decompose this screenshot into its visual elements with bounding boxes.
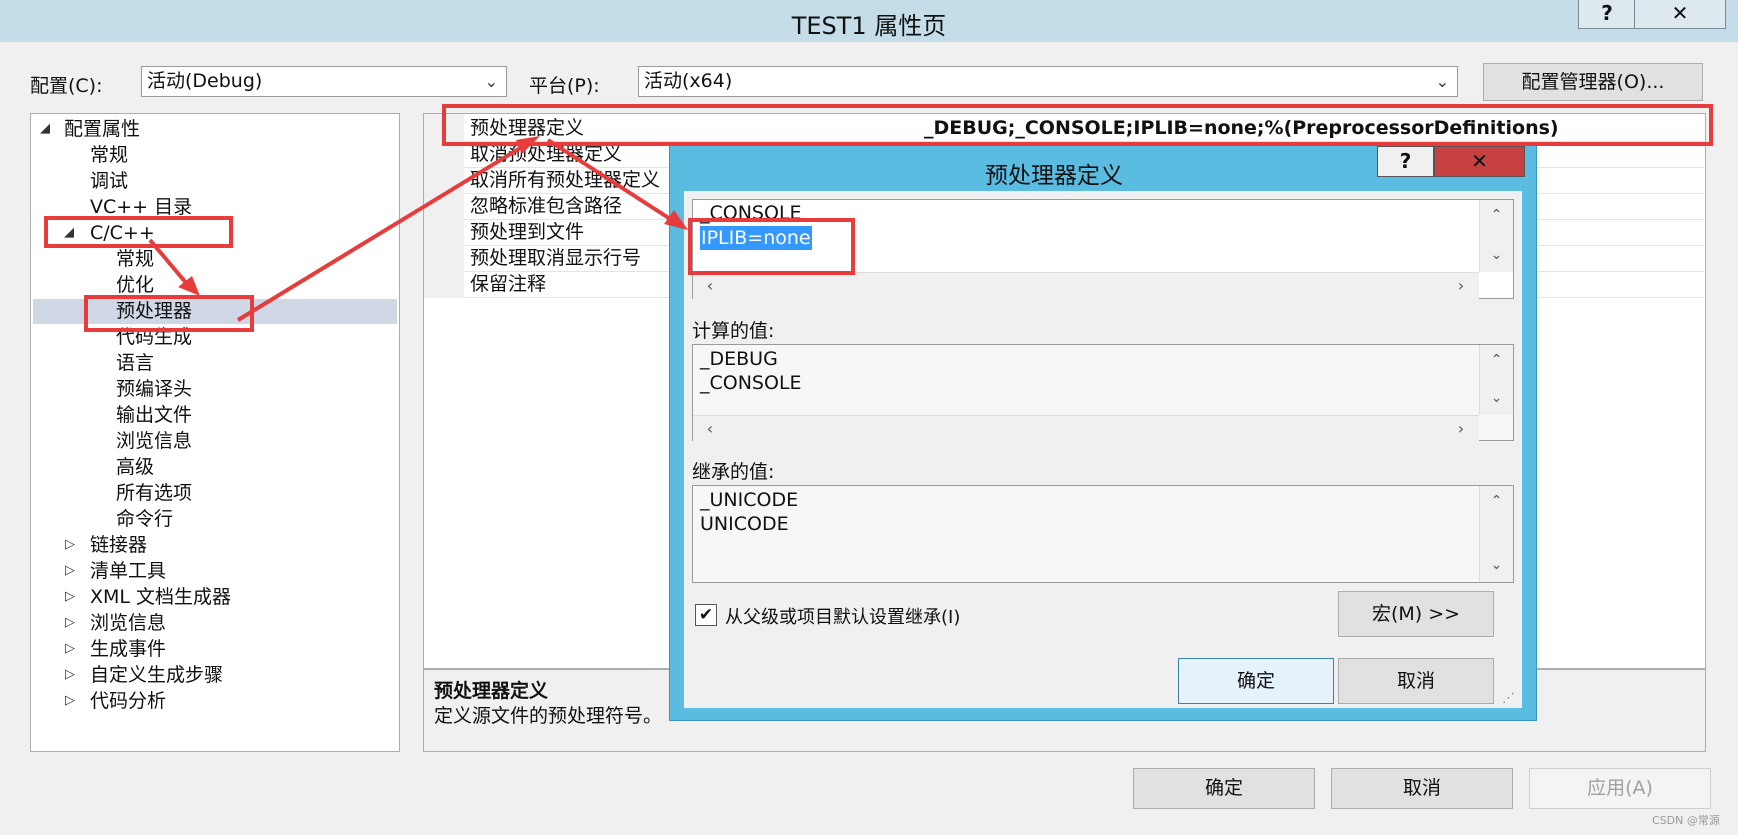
- tree-root[interactable]: 配置属性: [64, 117, 140, 142]
- scroll-down-icon[interactable]: ⌄: [1480, 242, 1513, 268]
- collapsed-triangle-icon[interactable]: ▷: [65, 537, 75, 552]
- annotation-box-preprocessor: [84, 295, 254, 332]
- inherited-line: UNICODE: [700, 513, 789, 535]
- grid-row-keep-comments[interactable]: 保留注释: [470, 271, 546, 297]
- tree-item-cpp-general[interactable]: 常规: [116, 247, 154, 272]
- grid-row-undef-all[interactable]: 取消所有预处理器定义: [470, 167, 660, 193]
- inherited-line: _UNICODE: [700, 489, 799, 511]
- computed-label: 计算的值:: [692, 320, 775, 342]
- tree-item-debugging[interactable]: 调试: [90, 169, 128, 194]
- annotation-box-definitions: [442, 104, 1713, 146]
- scroll-up-icon[interactable]: ⌃: [1480, 488, 1513, 514]
- tree-item-language[interactable]: 语言: [116, 351, 154, 376]
- vertical-scrollbar[interactable]: ⌃ ⌄: [1479, 200, 1513, 272]
- grid-row-suppress-line-numbers[interactable]: 预处理取消显示行号: [470, 245, 641, 271]
- dialog-ok-button[interactable]: 确定: [1178, 658, 1334, 704]
- tree-item-xml-doc[interactable]: XML 文档生成器: [90, 585, 231, 610]
- config-manager-button[interactable]: 配置管理器(O)...: [1483, 63, 1703, 101]
- inherit-checkbox[interactable]: ✔: [695, 604, 717, 626]
- dialog-close-button[interactable]: ✕: [1434, 146, 1525, 177]
- horizontal-scrollbar[interactable]: ‹ ›: [693, 415, 1479, 442]
- config-value: 活动(Debug): [147, 70, 263, 92]
- scroll-down-icon[interactable]: ⌄: [1480, 385, 1513, 411]
- resize-grip-icon[interactable]: ⋰: [1502, 691, 1515, 706]
- vertical-scrollbar[interactable]: ⌃ ⌄: [1479, 345, 1513, 415]
- collapsed-triangle-icon[interactable]: ▷: [65, 615, 75, 630]
- config-label: 配置(C):: [30, 75, 103, 97]
- platform-label: 平台(P):: [529, 75, 600, 97]
- inherited-label: 继承的值:: [692, 461, 775, 483]
- scroll-left-icon[interactable]: ‹: [695, 273, 725, 299]
- scroll-down-icon[interactable]: ⌄: [1480, 552, 1513, 578]
- platform-value: 活动(x64): [644, 70, 733, 92]
- computed-line: _DEBUG: [700, 348, 778, 370]
- tree-item-precompiled-headers[interactable]: 预编译头: [116, 377, 192, 402]
- dialog-help-button[interactable]: ?: [1377, 146, 1434, 177]
- help-button[interactable]: ?: [1578, 0, 1636, 29]
- tree-item-custom-build[interactable]: 自定义生成步骤: [90, 663, 223, 688]
- tree-item-browse-info[interactable]: 浏览信息: [116, 429, 192, 454]
- ok-button[interactable]: 确定: [1133, 768, 1315, 809]
- close-button[interactable]: ✕: [1634, 0, 1726, 29]
- grid-row-ignore-std-include[interactable]: 忽略标准包含路径: [470, 193, 622, 219]
- inherit-checkbox-label[interactable]: 从父级或项目默认设置继承(I): [725, 603, 960, 629]
- tree-item-advanced[interactable]: 高级: [116, 455, 154, 480]
- scroll-right-icon[interactable]: ›: [1446, 273, 1476, 299]
- title-bar: TEST1 属性页 ? ✕: [0, 0, 1738, 42]
- platform-combo[interactable]: 活动(x64) ⌄: [638, 66, 1458, 97]
- apply-button[interactable]: 应用(A): [1529, 768, 1711, 809]
- expanded-triangle-icon[interactable]: ◢: [40, 121, 50, 136]
- scroll-right-icon[interactable]: ›: [1446, 416, 1476, 442]
- collapsed-triangle-icon[interactable]: ▷: [65, 589, 75, 604]
- tree-item-command-line[interactable]: 命令行: [116, 507, 173, 532]
- watermark: CSDN @常源: [1652, 814, 1720, 827]
- tree-item-code-analysis[interactable]: 代码分析: [90, 689, 166, 714]
- dialog-cancel-button[interactable]: 取消: [1338, 658, 1494, 704]
- collapsed-triangle-icon[interactable]: ▷: [65, 693, 75, 708]
- collapsed-triangle-icon[interactable]: ▷: [65, 641, 75, 656]
- scroll-up-icon[interactable]: ⌃: [1480, 202, 1513, 228]
- tree-item-build-events[interactable]: 生成事件: [90, 637, 166, 662]
- collapsed-triangle-icon[interactable]: ▷: [65, 563, 75, 578]
- collapsed-triangle-icon[interactable]: ▷: [65, 667, 75, 682]
- tree-item-browse-information[interactable]: 浏览信息: [90, 611, 166, 636]
- config-combo[interactable]: 活动(Debug) ⌄: [141, 66, 507, 97]
- vertical-scrollbar[interactable]: ⌃ ⌄: [1479, 486, 1513, 582]
- chevron-down-icon: ⌄: [1435, 72, 1449, 91]
- tree-item-linker[interactable]: 链接器: [90, 533, 147, 558]
- horizontal-scrollbar[interactable]: ‹ ›: [693, 272, 1479, 299]
- description-title: 预处理器定义: [434, 680, 549, 702]
- chevron-down-icon: ⌄: [484, 72, 498, 91]
- scroll-left-icon[interactable]: ‹: [695, 416, 725, 442]
- window-title: TEST1 属性页: [791, 12, 947, 40]
- computed-line: _CONSOLE: [700, 372, 802, 394]
- cancel-button[interactable]: 取消: [1331, 768, 1513, 809]
- tree-item-manifest-tool[interactable]: 清单工具: [90, 559, 166, 584]
- tree-item-all-options[interactable]: 所有选项: [116, 481, 192, 506]
- property-tree: ◢ 配置属性 常规 调试 VC++ 目录 ◢ C/C++ 常规 优化 预处理器 …: [30, 113, 400, 752]
- computed-values-box[interactable]: _DEBUG _CONSOLE ⌃ ⌄ ‹ ›: [692, 344, 1514, 442]
- dialog-title: 预处理器定义: [985, 163, 1123, 189]
- tree-item-output-files[interactable]: 输出文件: [116, 403, 192, 428]
- annotation-box-iplib: [688, 218, 855, 275]
- tree-item-general[interactable]: 常规: [90, 143, 128, 168]
- inherited-values-box[interactable]: _UNICODE UNICODE ⌃ ⌄: [692, 485, 1514, 583]
- annotation-box-cpp: [44, 216, 233, 248]
- scroll-up-icon[interactable]: ⌃: [1480, 347, 1513, 373]
- grid-row-preprocess-to-file[interactable]: 预处理到文件: [470, 219, 584, 245]
- description-text: 定义源文件的预处理符号。: [434, 705, 663, 727]
- macro-button[interactable]: 宏(M) >>: [1338, 591, 1494, 637]
